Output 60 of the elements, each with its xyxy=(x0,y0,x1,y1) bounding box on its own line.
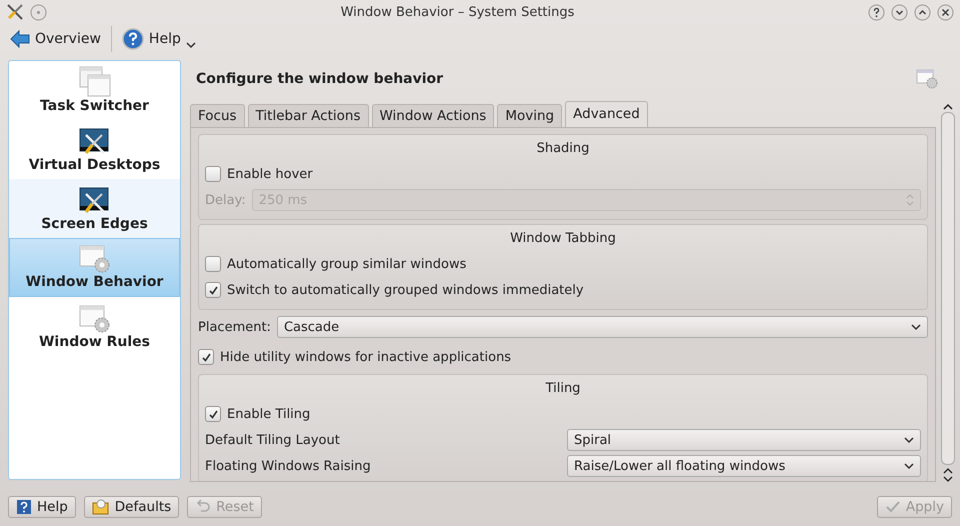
field-label: Default Tiling Layout xyxy=(205,432,341,448)
checkbox-label[interactable]: Automatically group similar windows xyxy=(227,256,466,272)
checkmark-icon xyxy=(208,408,218,420)
monitor-tools-icon xyxy=(78,186,112,216)
tab[interactable]: Titlebar Actions xyxy=(248,104,368,127)
scroll-arrows-icon[interactable] xyxy=(943,467,953,483)
tab[interactable]: Advanced xyxy=(565,101,648,127)
tab[interactable]: Moving xyxy=(497,104,562,127)
help-icon xyxy=(122,28,144,50)
window-title: Window Behavior – System Settings xyxy=(340,4,576,20)
checkbox[interactable] xyxy=(205,166,221,182)
scrollbar-thumb[interactable] xyxy=(941,112,955,465)
dropdown[interactable]: Raise/Lower all floating windows xyxy=(567,455,921,477)
scroll-up-icon[interactable] xyxy=(943,103,953,110)
sidebar-item[interactable]: Screen Edges xyxy=(9,179,180,238)
checkbox-label[interactable]: Enable hover xyxy=(227,166,313,182)
checkbox[interactable] xyxy=(205,406,221,422)
field-label: Placement: xyxy=(198,320,271,334)
back-arrow-icon xyxy=(10,30,30,48)
checkbox-label[interactable]: Hide utility windows for inactive applications xyxy=(220,350,512,364)
undo-icon xyxy=(195,499,212,515)
tab[interactable]: Window Actions xyxy=(372,104,494,127)
sidebar-item[interactable]: Window Rules xyxy=(9,297,180,356)
help-menu-button[interactable]: Help xyxy=(118,23,200,55)
checkbox-label[interactable]: Switch to automatically grouped windows immediately xyxy=(227,282,584,298)
window-gear-icon xyxy=(78,244,112,274)
dialog-button[interactable]: Help xyxy=(8,496,76,518)
checkbox[interactable] xyxy=(198,349,214,365)
checkbox[interactable] xyxy=(205,282,221,298)
group-title: Window Tabbing xyxy=(509,230,617,248)
window-gear-icon[interactable] xyxy=(916,69,938,89)
tab[interactable]: Focus xyxy=(190,104,245,127)
defaults-icon xyxy=(92,499,110,515)
spin-arrows-icon xyxy=(906,194,914,206)
sidebar-item[interactable]: Virtual Desktops xyxy=(9,120,180,179)
dropdown[interactable]: Cascade xyxy=(276,316,928,338)
monitor-tools-icon xyxy=(78,127,112,157)
checkmark-icon xyxy=(200,352,212,362)
field-label: Delay: xyxy=(205,192,246,208)
window-gear-icon xyxy=(78,304,112,334)
help-icon[interactable] xyxy=(868,4,885,20)
dropdown[interactable]: Spiral xyxy=(567,429,921,451)
checkmark-icon xyxy=(208,284,218,296)
checkmark-icon xyxy=(884,499,901,515)
windows-icon xyxy=(78,66,112,98)
tools-icon[interactable] xyxy=(6,3,24,21)
dialog-button[interactable]: Defaults xyxy=(84,496,180,518)
page-title: Configure the window behavior xyxy=(196,71,444,87)
checkbox-label[interactable]: Enable Tiling xyxy=(227,406,310,422)
group-title: Tiling xyxy=(544,380,582,398)
close-icon[interactable] xyxy=(937,4,954,20)
sidebar-item[interactable]: Task Switcher xyxy=(9,61,180,120)
checkbox[interactable] xyxy=(205,256,221,272)
maximize-icon[interactable] xyxy=(914,4,931,20)
help-icon xyxy=(16,499,32,515)
group-title: Shading xyxy=(536,140,590,158)
field-label: Floating Windows Raising xyxy=(205,458,372,474)
overview-button[interactable]: Overview xyxy=(6,28,105,50)
sidebar-item[interactable]: Window Behavior xyxy=(9,238,180,297)
minimize-icon[interactable] xyxy=(891,4,908,20)
